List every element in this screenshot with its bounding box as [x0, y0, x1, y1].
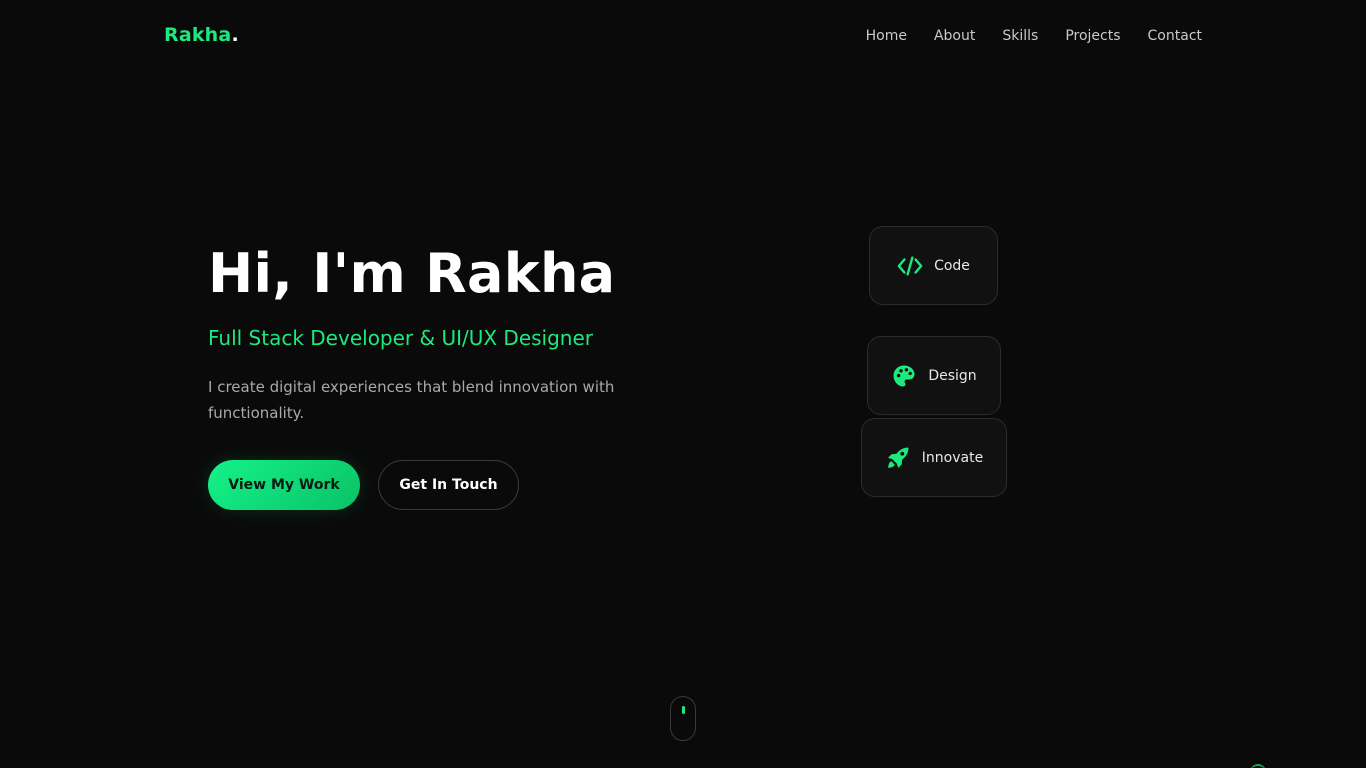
rocket-icon: [885, 445, 911, 471]
logo-dot: .: [231, 24, 239, 46]
logo-text: Rakha: [164, 24, 232, 46]
nav-link-about[interactable]: About: [934, 28, 975, 44]
scroll-wheel: [682, 706, 685, 714]
hero-subtitle: Full Stack Developer & UI/UX Designer: [208, 326, 594, 350]
code-icon: [897, 253, 923, 279]
hero-title: Hi, I'm Rakha: [208, 242, 616, 305]
design-card-label: Design: [928, 367, 977, 384]
code-card-label: Code: [934, 257, 970, 274]
get-in-touch-button[interactable]: Get In Touch: [378, 460, 519, 510]
main-nav: Home About Skills Projects Contact: [866, 28, 1202, 44]
palette-icon: [891, 363, 917, 389]
site-logo[interactable]: Rakha.: [164, 24, 239, 46]
portfolio-page: Rakha. Home About Skills Projects Contac…: [0, 0, 1366, 768]
corner-accent: [1250, 764, 1266, 768]
scroll-indicator[interactable]: [670, 696, 696, 741]
nav-link-contact[interactable]: Contact: [1148, 28, 1202, 44]
hero-description: I create digital experiences that blend …: [208, 378, 615, 422]
nav-link-home[interactable]: Home: [866, 28, 907, 44]
design-card: Design: [867, 336, 1001, 415]
nav-link-skills[interactable]: Skills: [1002, 28, 1038, 44]
innovate-card: Innovate: [861, 418, 1007, 497]
innovate-card-label: Innovate: [921, 449, 984, 466]
view-my-work-button[interactable]: View My Work: [208, 460, 360, 510]
code-card: Code: [869, 226, 998, 305]
nav-link-projects[interactable]: Projects: [1065, 28, 1120, 44]
